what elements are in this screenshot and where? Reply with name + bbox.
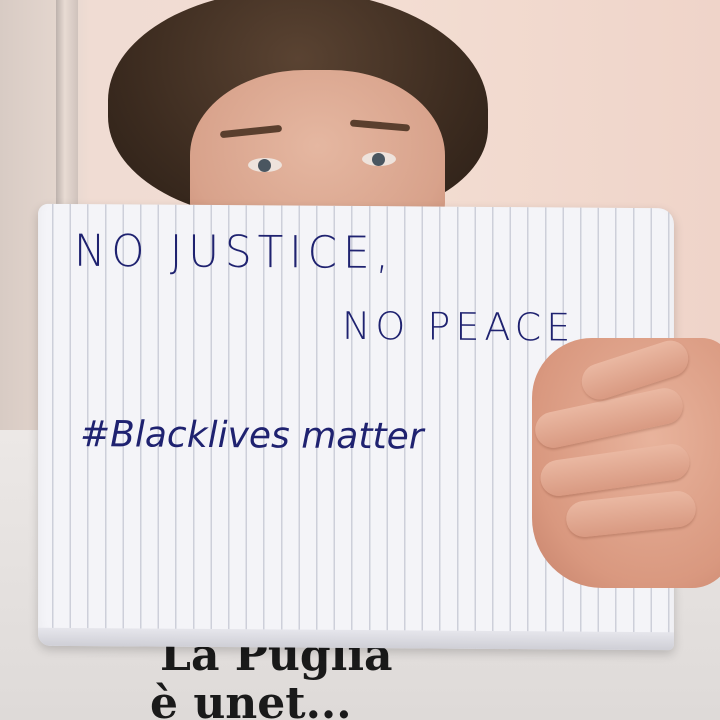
- sign-line-2: NO PEACE: [342, 303, 576, 350]
- right-eye: [362, 152, 396, 166]
- sign-line-3: #Blacklives matter: [80, 414, 424, 458]
- left-eyebrow: [219, 124, 283, 139]
- photo-scene: La Puglia è unet... NO JUSTICE, NO PEACE…: [0, 0, 720, 720]
- left-eye: [248, 158, 282, 172]
- shirt-print-line2: è unet...: [150, 678, 352, 720]
- sign-line-1: NO JUSTICE,: [74, 224, 395, 279]
- right-eyebrow: [349, 119, 411, 132]
